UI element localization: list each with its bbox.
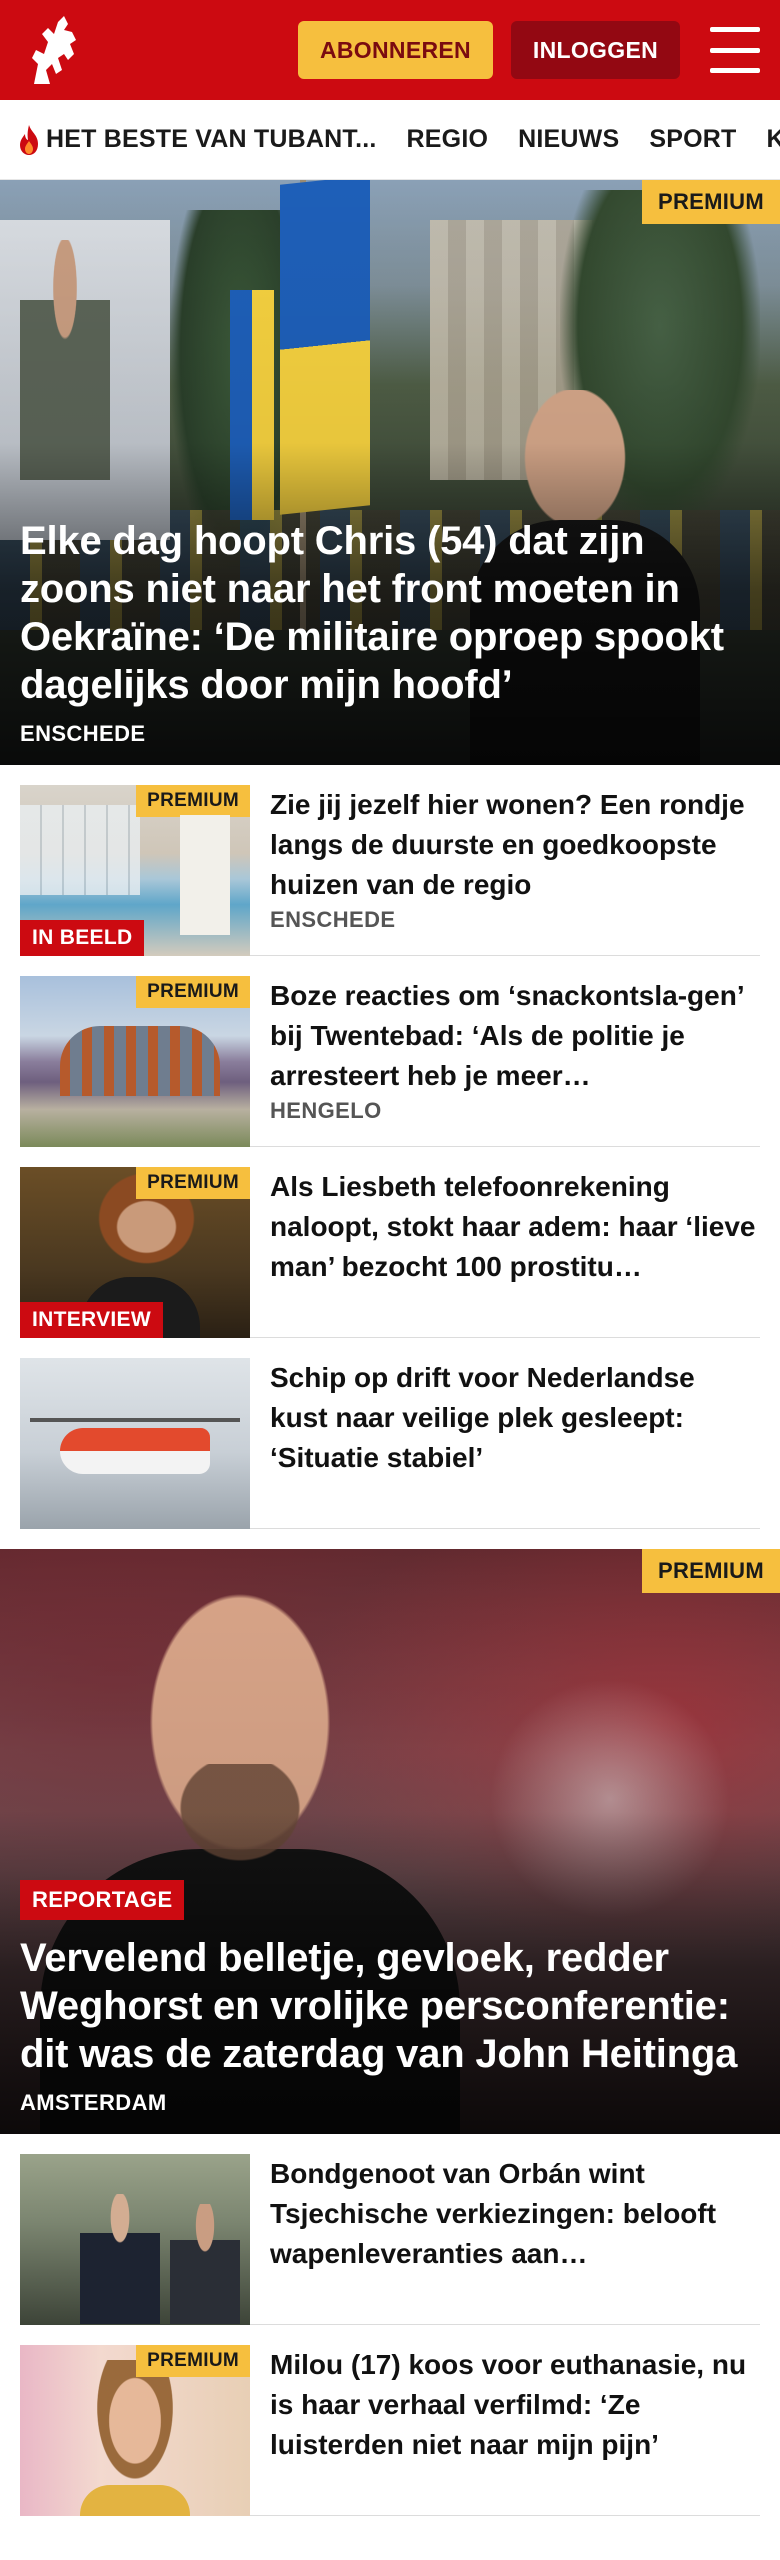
article-title[interactable]: Schip op drift voor Nederlandse kust naa… xyxy=(270,1358,760,1478)
premium-badge: PREMIUM xyxy=(136,785,250,817)
article-thumbnail[interactable] xyxy=(20,2154,250,2325)
article-thumbnail[interactable]: PREMIUM xyxy=(20,2345,250,2516)
header-actions: ABONNEREN INLOGGEN xyxy=(297,21,760,79)
article-thumbnail[interactable]: PREMIUM INTERVIEW xyxy=(20,1167,250,1338)
list-item[interactable]: Schip op drift voor Nederlandse kust naa… xyxy=(20,1338,760,1529)
hamburger-menu-icon[interactable] xyxy=(710,27,760,73)
hero-location: ENSCHEDE xyxy=(20,721,146,746)
article-title[interactable]: Bondgenoot van Orbán wint Tsjechische ve… xyxy=(270,2154,760,2274)
premium-badge: PREMIUM xyxy=(136,1167,250,1199)
subscribe-button[interactable]: ABONNEREN xyxy=(297,21,493,79)
nav-item-nieuws[interactable]: NIEUWS xyxy=(518,125,619,154)
premium-badge: PREMIUM xyxy=(136,976,250,1008)
article-thumbnail[interactable]: PREMIUM xyxy=(20,976,250,1147)
nav-item-best-of[interactable]: HET BESTE VAN TUBANT... xyxy=(16,124,377,156)
article-list-2: Bondgenoot van Orbán wint Tsjechische ve… xyxy=(0,2134,780,2516)
premium-badge: PREMIUM xyxy=(642,1549,780,1593)
article-title[interactable]: Als Liesbeth telefoonrekening naloopt, s… xyxy=(270,1167,760,1287)
nav-item-label: HET BESTE VAN TUBANT... xyxy=(46,125,377,153)
list-item[interactable]: PREMIUM Milou (17) koos voor euthanasie,… xyxy=(20,2325,760,2516)
article-location: HENGELO xyxy=(270,1098,382,1123)
list-item[interactable]: PREMIUM IN BEELD Zie jij jezelf hier won… xyxy=(20,765,760,956)
article-tag: INTERVIEW xyxy=(20,1302,163,1338)
list-item[interactable]: PREMIUM INTERVIEW Als Liesbeth telefoonr… xyxy=(20,1147,760,1338)
list-item[interactable]: PREMIUM Boze reacties om ‘snackontsla-ge… xyxy=(20,956,760,1147)
hero-title[interactable]: Elke dag hoopt Chris (54) dat zijn zoons… xyxy=(20,517,760,709)
article-title[interactable]: Zie jij jezelf hier wonen? Een rondje la… xyxy=(270,785,760,905)
article-list: PREMIUM IN BEELD Zie jij jezelf hier won… xyxy=(0,765,780,1529)
site-header: ABONNEREN INLOGGEN xyxy=(0,0,780,100)
nav-item-regio[interactable]: REGIO xyxy=(407,125,489,154)
feature-article[interactable]: PREMIUM REPORTAGE Vervelend belletje, ge… xyxy=(0,1549,780,2134)
login-button[interactable]: INLOGGEN xyxy=(510,21,680,79)
section-nav: HET BESTE VAN TUBANT... REGIO NIEUWS SPO… xyxy=(0,100,780,180)
feature-title[interactable]: Vervelend belletje, gevloek, redder Wegh… xyxy=(20,1934,760,2078)
premium-badge: PREMIUM xyxy=(136,2345,250,2377)
article-thumbnail[interactable]: PREMIUM IN BEELD xyxy=(20,785,250,956)
article-tag: IN BEELD xyxy=(20,920,145,956)
article-tag: REPORTAGE xyxy=(20,1880,185,1920)
article-location: ENSCHEDE xyxy=(270,907,396,932)
feature-location: AMSTERDAM xyxy=(20,2090,167,2115)
premium-badge: PREMIUM xyxy=(642,180,780,224)
article-title[interactable]: Milou (17) koos voor euthanasie, nu is h… xyxy=(270,2345,760,2465)
hero-article[interactable]: PREMIUM Elke dag hoopt Chris (54) dat zi… xyxy=(0,180,780,765)
article-title[interactable]: Boze reacties om ‘snackontsla-gen’ bij T… xyxy=(270,976,760,1096)
nav-item-truncated[interactable]: K xyxy=(766,125,780,154)
article-thumbnail[interactable] xyxy=(20,1358,250,1529)
nav-item-sport[interactable]: SPORT xyxy=(649,125,736,154)
tubantia-horse-logo-icon[interactable] xyxy=(20,10,90,90)
list-item[interactable]: Bondgenoot van Orbán wint Tsjechische ve… xyxy=(20,2134,760,2325)
flame-icon xyxy=(16,124,42,156)
